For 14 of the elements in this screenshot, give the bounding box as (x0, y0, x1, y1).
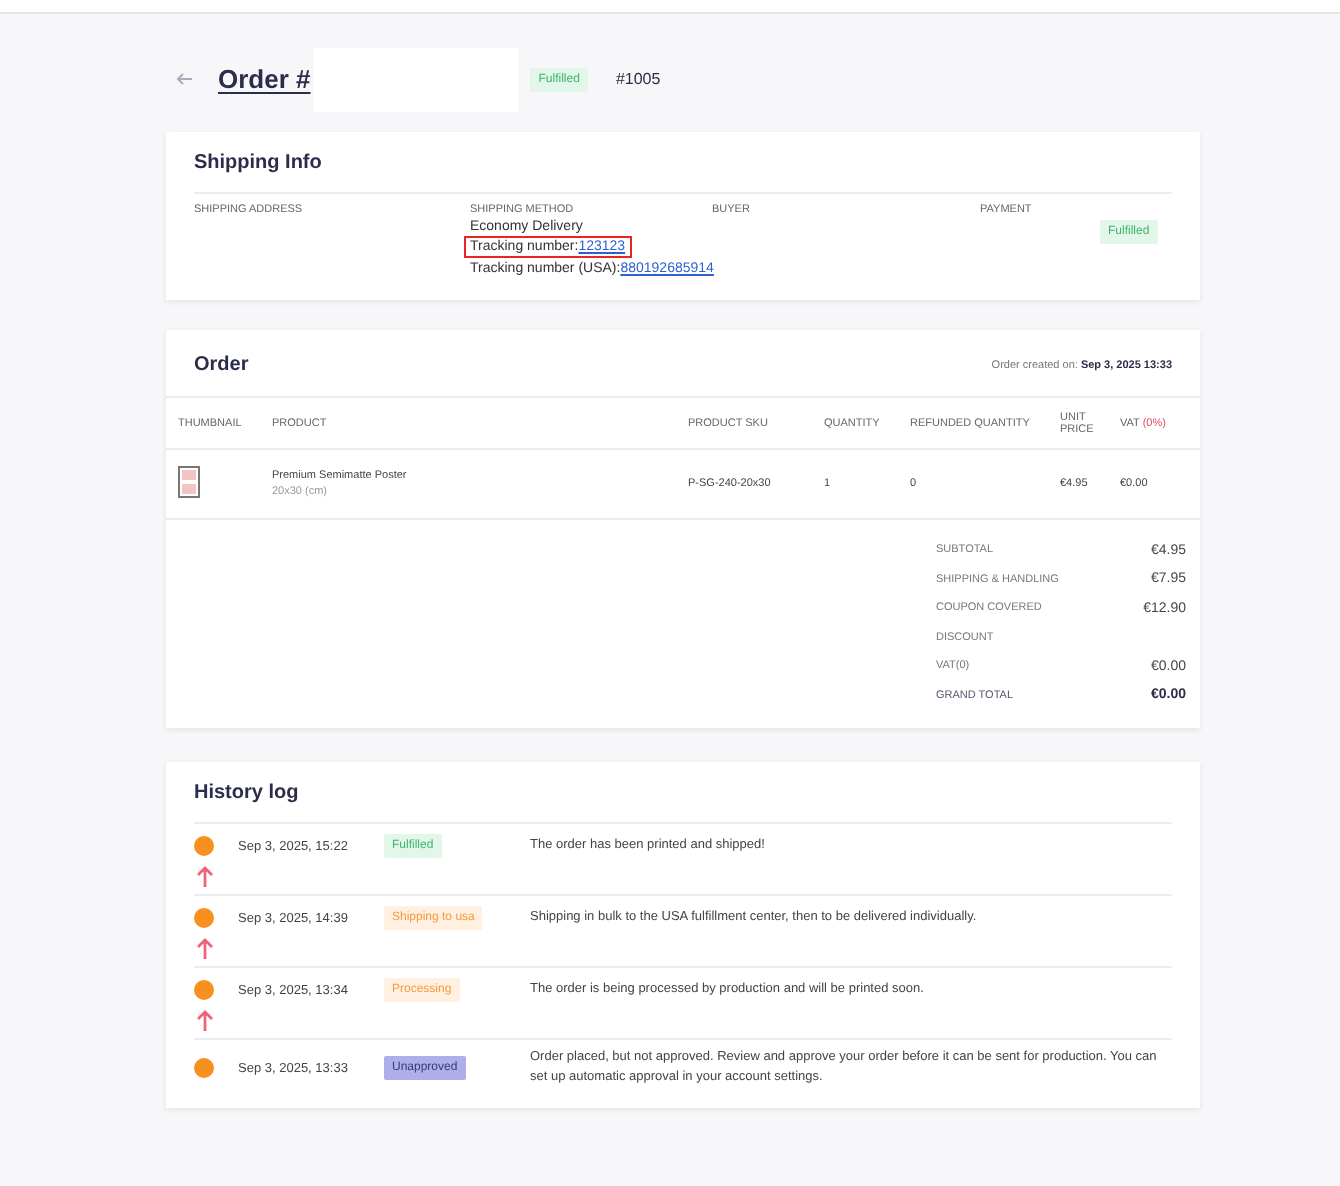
card-title: Order (194, 354, 249, 376)
back-arrow-icon[interactable] (176, 72, 194, 86)
up-arrow-icon (196, 1010, 214, 1032)
poster-thumbnail-icon (178, 466, 200, 498)
card-title: History log (194, 782, 1172, 824)
page-title: Order # (218, 64, 311, 94)
status-dot-icon (194, 1058, 214, 1078)
up-arrow-icon (196, 866, 214, 888)
order-number: #1005 (615, 70, 661, 88)
status-dot-icon (194, 980, 214, 1000)
card-title: Shipping Info (194, 152, 324, 174)
status-dot-icon (194, 908, 214, 928)
status-dot-icon (194, 836, 214, 856)
up-arrow-icon (196, 938, 214, 960)
